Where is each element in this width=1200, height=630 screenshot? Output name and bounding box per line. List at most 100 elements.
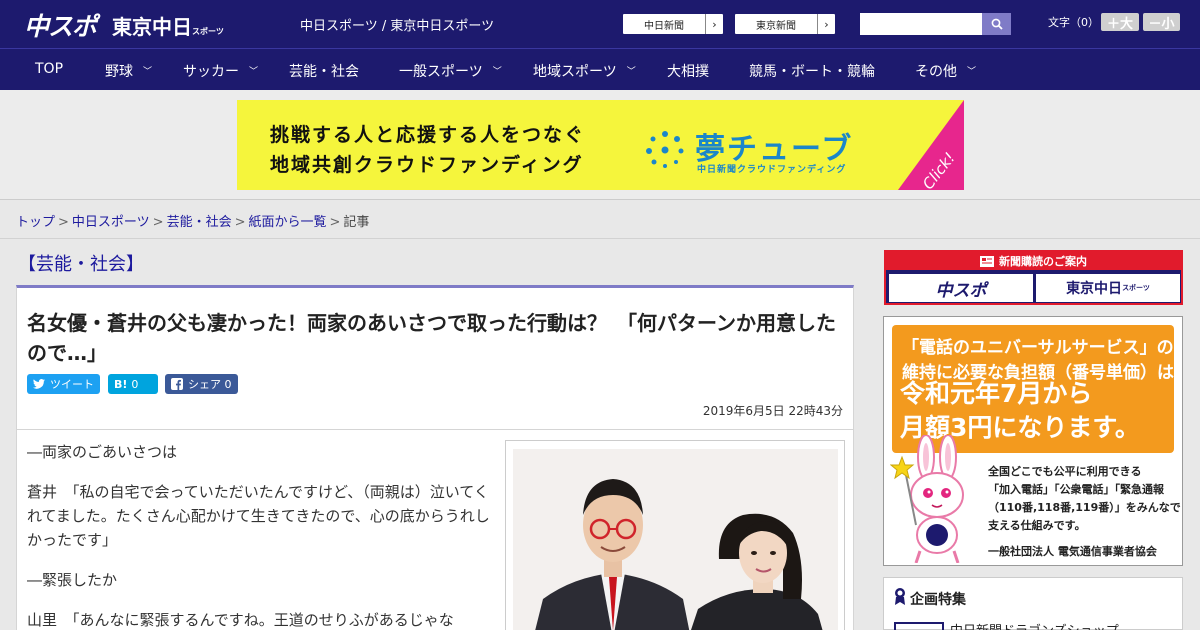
banner-brand-sub: 中日新聞クラウドファンディング — [697, 165, 847, 175]
nav-item-top[interactable]: TOP — [35, 61, 63, 77]
search-input[interactable] — [860, 13, 982, 35]
nav-item-entertainment[interactable]: 芸能・社会 — [289, 61, 359, 81]
nav-label: 地域スポーツ — [533, 64, 617, 80]
tweet-button[interactable]: ツイート — [27, 374, 100, 394]
chevron-right-icon: › — [705, 14, 723, 34]
breadcrumb-entertainment[interactable]: 芸能・社会 — [167, 215, 232, 230]
chuspo-logo[interactable]: 中スポ — [24, 7, 97, 43]
chevron-down-icon: ﹀ — [143, 67, 153, 77]
nav-item-sumo[interactable]: 大相撲 — [667, 61, 709, 81]
rabbit-mascot-icon — [890, 435, 964, 563]
chevron-down-icon: ﹀ — [967, 67, 977, 77]
nav-label: その他 — [915, 64, 957, 80]
yume-tube-banner[interactable]: 挑戦する人と応援する人をつなぐ 地域共創クラウドファンディング 夢チューブ 中日… — [237, 100, 964, 190]
couple-photo-illustration — [513, 449, 838, 630]
chevron-down-icon: ﹀ — [249, 67, 259, 77]
chunichi-shimbun-label: 中日新聞 — [644, 20, 684, 32]
ad-headline-box: 「電話のユニバーサルサービス」の 維持に必要な負担額（番号単価）は 令和元年7月か… — [892, 325, 1174, 453]
subscription-title: 新聞購読のご案内 — [999, 255, 1087, 268]
feature-box: 企画特集 中日新聞ドラゴンズショップ — [883, 577, 1183, 630]
breadcrumb-separator: > — [152, 215, 164, 230]
search-button[interactable] — [982, 13, 1011, 35]
article-paragraph: 山里 「あんなに緊張するんですね。王道のせりふがあるじゃな — [27, 611, 454, 629]
tokyo-logo-text: 東京中日 — [112, 15, 192, 39]
feature-link[interactable]: 中日新聞ドラゴンズショップ — [950, 620, 1119, 630]
chevron-down-icon: ﹀ — [492, 67, 502, 77]
banner-zone: 挑戦する人と応援する人をつなぐ 地域共創クラウドファンディング 夢チューブ 中日… — [0, 90, 1200, 200]
dots-logo-icon — [646, 131, 684, 168]
article-paragraph: ―緊張したか — [27, 571, 118, 589]
universal-service-ad[interactable]: 「電話のユニバーサルサービス」の 維持に必要な負担額（番号単価）は 令和元年7月か… — [883, 316, 1183, 566]
font-smaller-button[interactable]: －小 — [1143, 13, 1180, 32]
search-icon — [991, 18, 1003, 30]
tweet-label: ツイート — [50, 378, 94, 391]
article-body: ―両家のごあいさつは 蒼井 「私の自宅で会っていただいたんですけど、（両親は）泣… — [16, 430, 854, 630]
nav-item-other[interactable]: その他 ﹀ — [915, 61, 976, 81]
nav-label: TOP — [35, 61, 64, 77]
chunichi-shimbun-button[interactable]: 中日新聞 › — [622, 13, 724, 35]
tokyo-chunichi-logo[interactable]: 東京中日スポーツ — [112, 11, 224, 40]
top-header: 中スポ 東京中日スポーツ 中日スポーツ / 東京中日スポーツ 中日新聞 › 東京… — [0, 0, 1200, 48]
nav-label: 一般スポーツ — [399, 64, 483, 80]
main-nav: TOP 野球 ﹀ サッカー ﹀ 芸能・社会 一般スポーツ ﹀ 地域スポーツ ﹀ 大相撲 … — [0, 48, 1200, 90]
site-title-link[interactable]: 中日スポーツ / 東京中日スポーツ — [300, 15, 494, 34]
article-photo-frame — [505, 440, 845, 630]
article-header: 名女優・蒼井の父も凄かった！両家のあいさつで取った行動は？ 「何パターンか用意し… — [16, 285, 854, 430]
feature-thumbnail[interactable] — [894, 622, 944, 630]
subscribe-chuspo-button[interactable]: 中スポ — [889, 274, 1033, 302]
nav-item-soccer[interactable]: サッカー ﹀ — [183, 61, 258, 81]
nav-label: 野球 — [105, 64, 133, 80]
ad-text-line: 支える仕組みです。 — [988, 519, 1086, 532]
nav-item-baseball[interactable]: 野球 ﹀ — [105, 61, 152, 81]
breadcrumb: トップ > 中日スポーツ > 芸能・社会 > 紙面から一覧 > 記事 — [16, 211, 369, 230]
chevron-right-icon: › — [817, 14, 835, 34]
article-paragraph: ―両家のごあいさつは — [27, 443, 178, 461]
article-datetime: 2019年6月5日 22時43分 — [702, 404, 843, 418]
nav-label: 競馬・ボート・競輪 — [749, 64, 875, 80]
nav-item-keiba[interactable]: 競馬・ボート・競輪 — [749, 61, 875, 81]
tokyo-logo-sub: スポーツ — [192, 27, 224, 36]
ad-big1: 令和元年7月から — [900, 379, 1093, 408]
chevron-down-icon: ﹀ — [626, 67, 636, 77]
facebook-share-button[interactable]: シェア 0 — [165, 374, 238, 394]
ad-description: 全国どこでも公平に利用できる 「加入電話」「公衆電話」「緊急通報 （110番,1… — [988, 463, 1181, 535]
banner-line2: 地域共創クラウドファンディング — [270, 154, 584, 176]
subscription-header: 新聞購読のご案内 — [886, 252, 1181, 270]
facebook-icon — [171, 378, 183, 390]
ad-text-line: 「加入電話」「公衆電話」「緊急通報 — [988, 483, 1164, 496]
article-paragraph: 蒼井 「私の自宅で会っていただいたんですけど、（両親は）泣いてくれてました。たく… — [27, 483, 490, 549]
ad-organization: 一般社団法人 電気通信事業者協会 — [988, 545, 1157, 558]
feature-title: 企画特集 — [910, 592, 966, 608]
ad-line1-text: 「電話のユニバーサルサービス」の — [902, 338, 1174, 358]
twitter-icon — [33, 379, 45, 389]
font-size-label: 文字（0） — [1048, 16, 1099, 29]
ribbon-icon — [895, 588, 905, 605]
article-title: 名女優・蒼井の父も凄かった！両家のあいさつで取った行動は？ 「何パターンか用意し… — [27, 311, 836, 365]
nav-label: 芸能・社会 — [289, 64, 359, 80]
breadcrumb-chunichi-sports[interactable]: 中日スポーツ — [72, 215, 150, 230]
ad-text-line: （110番,118番,119番）」をみんなで — [988, 501, 1181, 514]
font-bigger-button[interactable]: ＋大 — [1101, 13, 1139, 32]
nav-item-local-sports[interactable]: 地域スポーツ ﹀ — [533, 61, 636, 81]
hatena-bookmark-button[interactable]: B! 0 — [108, 374, 158, 394]
banner-line1: 挑戦する人と応援する人をつなぐ — [270, 124, 586, 146]
breadcrumb-paper-list[interactable]: 紙面から一覧 — [249, 215, 327, 230]
tokyo-shimbun-button[interactable]: 東京新聞 › — [734, 13, 836, 35]
breadcrumb-current: 記事 — [343, 215, 370, 230]
nav-item-general-sports[interactable]: 一般スポーツ ﹀ — [399, 61, 502, 81]
article-category: 【芸能・社会】 — [18, 254, 144, 275]
facebook-count: 0 — [224, 377, 232, 391]
hatena-icon: B! — [114, 377, 128, 391]
subscribe-tokyo-button[interactable]: 東京中日 スポーツ — [1036, 274, 1180, 302]
breadcrumb-divider — [0, 238, 1200, 239]
breadcrumb-separator: > — [58, 215, 69, 230]
nav-label: 大相撲 — [667, 64, 709, 80]
newspaper-icon — [980, 255, 994, 267]
breadcrumb-top[interactable]: トップ — [16, 215, 55, 230]
ad-text-line: 全国どこでも公平に利用できる — [988, 465, 1142, 478]
tokyo-shimbun-label: 東京新聞 — [756, 20, 796, 32]
subscription-box: 新聞購読のご案内 中スポ 東京中日 スポーツ — [884, 250, 1183, 305]
subscribe-tokyo-sub: スポーツ — [1122, 284, 1150, 292]
article-photo[interactable] — [513, 449, 838, 630]
breadcrumb-separator: > — [234, 215, 246, 230]
